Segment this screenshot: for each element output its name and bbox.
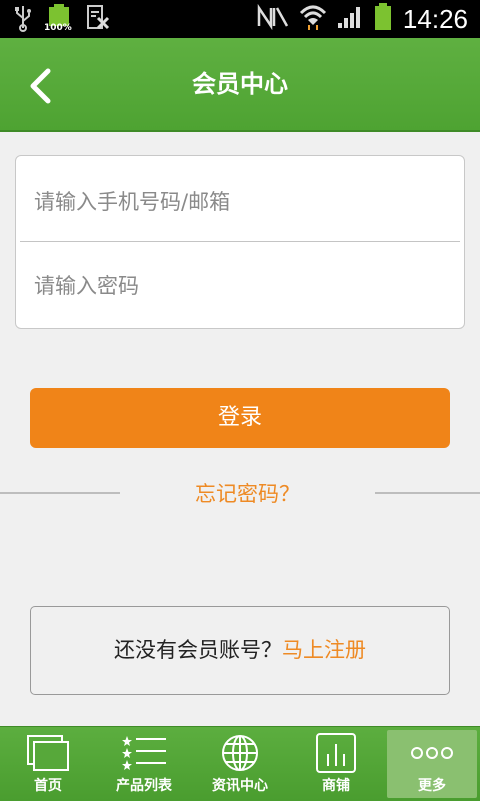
- battery-icon: [373, 2, 393, 36]
- password-input[interactable]: [34, 256, 446, 316]
- divider-right: [375, 492, 480, 494]
- tab-home[interactable]: 首页: [0, 727, 96, 801]
- register-box: 还没有会员账号？马上注册: [30, 606, 450, 695]
- field-divider: [20, 241, 460, 242]
- page-title: 会员中心: [192, 70, 288, 98]
- tab-label: 首页: [34, 778, 62, 794]
- title-bar: 会员中心: [0, 38, 480, 132]
- login-button[interactable]: 登录: [30, 388, 450, 448]
- list-icon: [96, 733, 192, 773]
- status-bar: 100% 14:26: [0, 0, 480, 38]
- usb-icon: [14, 4, 32, 36]
- home-windows-icon: [0, 733, 96, 773]
- chart-icon: [288, 733, 384, 773]
- battery-full-icon: 100%: [44, 4, 72, 36]
- tab-label: 商铺: [322, 778, 350, 794]
- login-form-card: [15, 155, 465, 329]
- more-dots-icon: [384, 733, 480, 773]
- globe-icon: [192, 733, 288, 773]
- tab-products[interactable]: 产品列表: [96, 727, 192, 801]
- no-sim-icon: [257, 3, 289, 34]
- tab-shop[interactable]: 商铺: [288, 727, 384, 801]
- document-x-icon: [86, 5, 110, 35]
- forgot-password-link[interactable]: 忘记密码？: [120, 478, 375, 508]
- signal-icon: [337, 5, 363, 33]
- status-right-icons: 14:26: [257, 2, 468, 36]
- battery-percent-label: 100%: [44, 23, 72, 33]
- account-input[interactable]: [34, 172, 446, 232]
- register-prompt: 还没有会员账号？: [114, 638, 282, 662]
- clock: 14:26: [402, 4, 468, 34]
- tab-news[interactable]: 资讯中心: [192, 727, 288, 801]
- wifi-icon: [299, 3, 327, 35]
- divider-left: [0, 492, 120, 494]
- tab-label: 更多: [418, 778, 446, 794]
- tab-label: 资讯中心: [212, 778, 268, 794]
- tab-label: 产品列表: [116, 778, 172, 794]
- tab-more[interactable]: 更多: [384, 727, 480, 801]
- register-link[interactable]: 马上注册: [282, 638, 366, 662]
- bottom-tab-bar: 首页 产品列表 资讯中心 商铺 更多: [0, 726, 480, 801]
- status-left-icons: 100%: [14, 4, 110, 36]
